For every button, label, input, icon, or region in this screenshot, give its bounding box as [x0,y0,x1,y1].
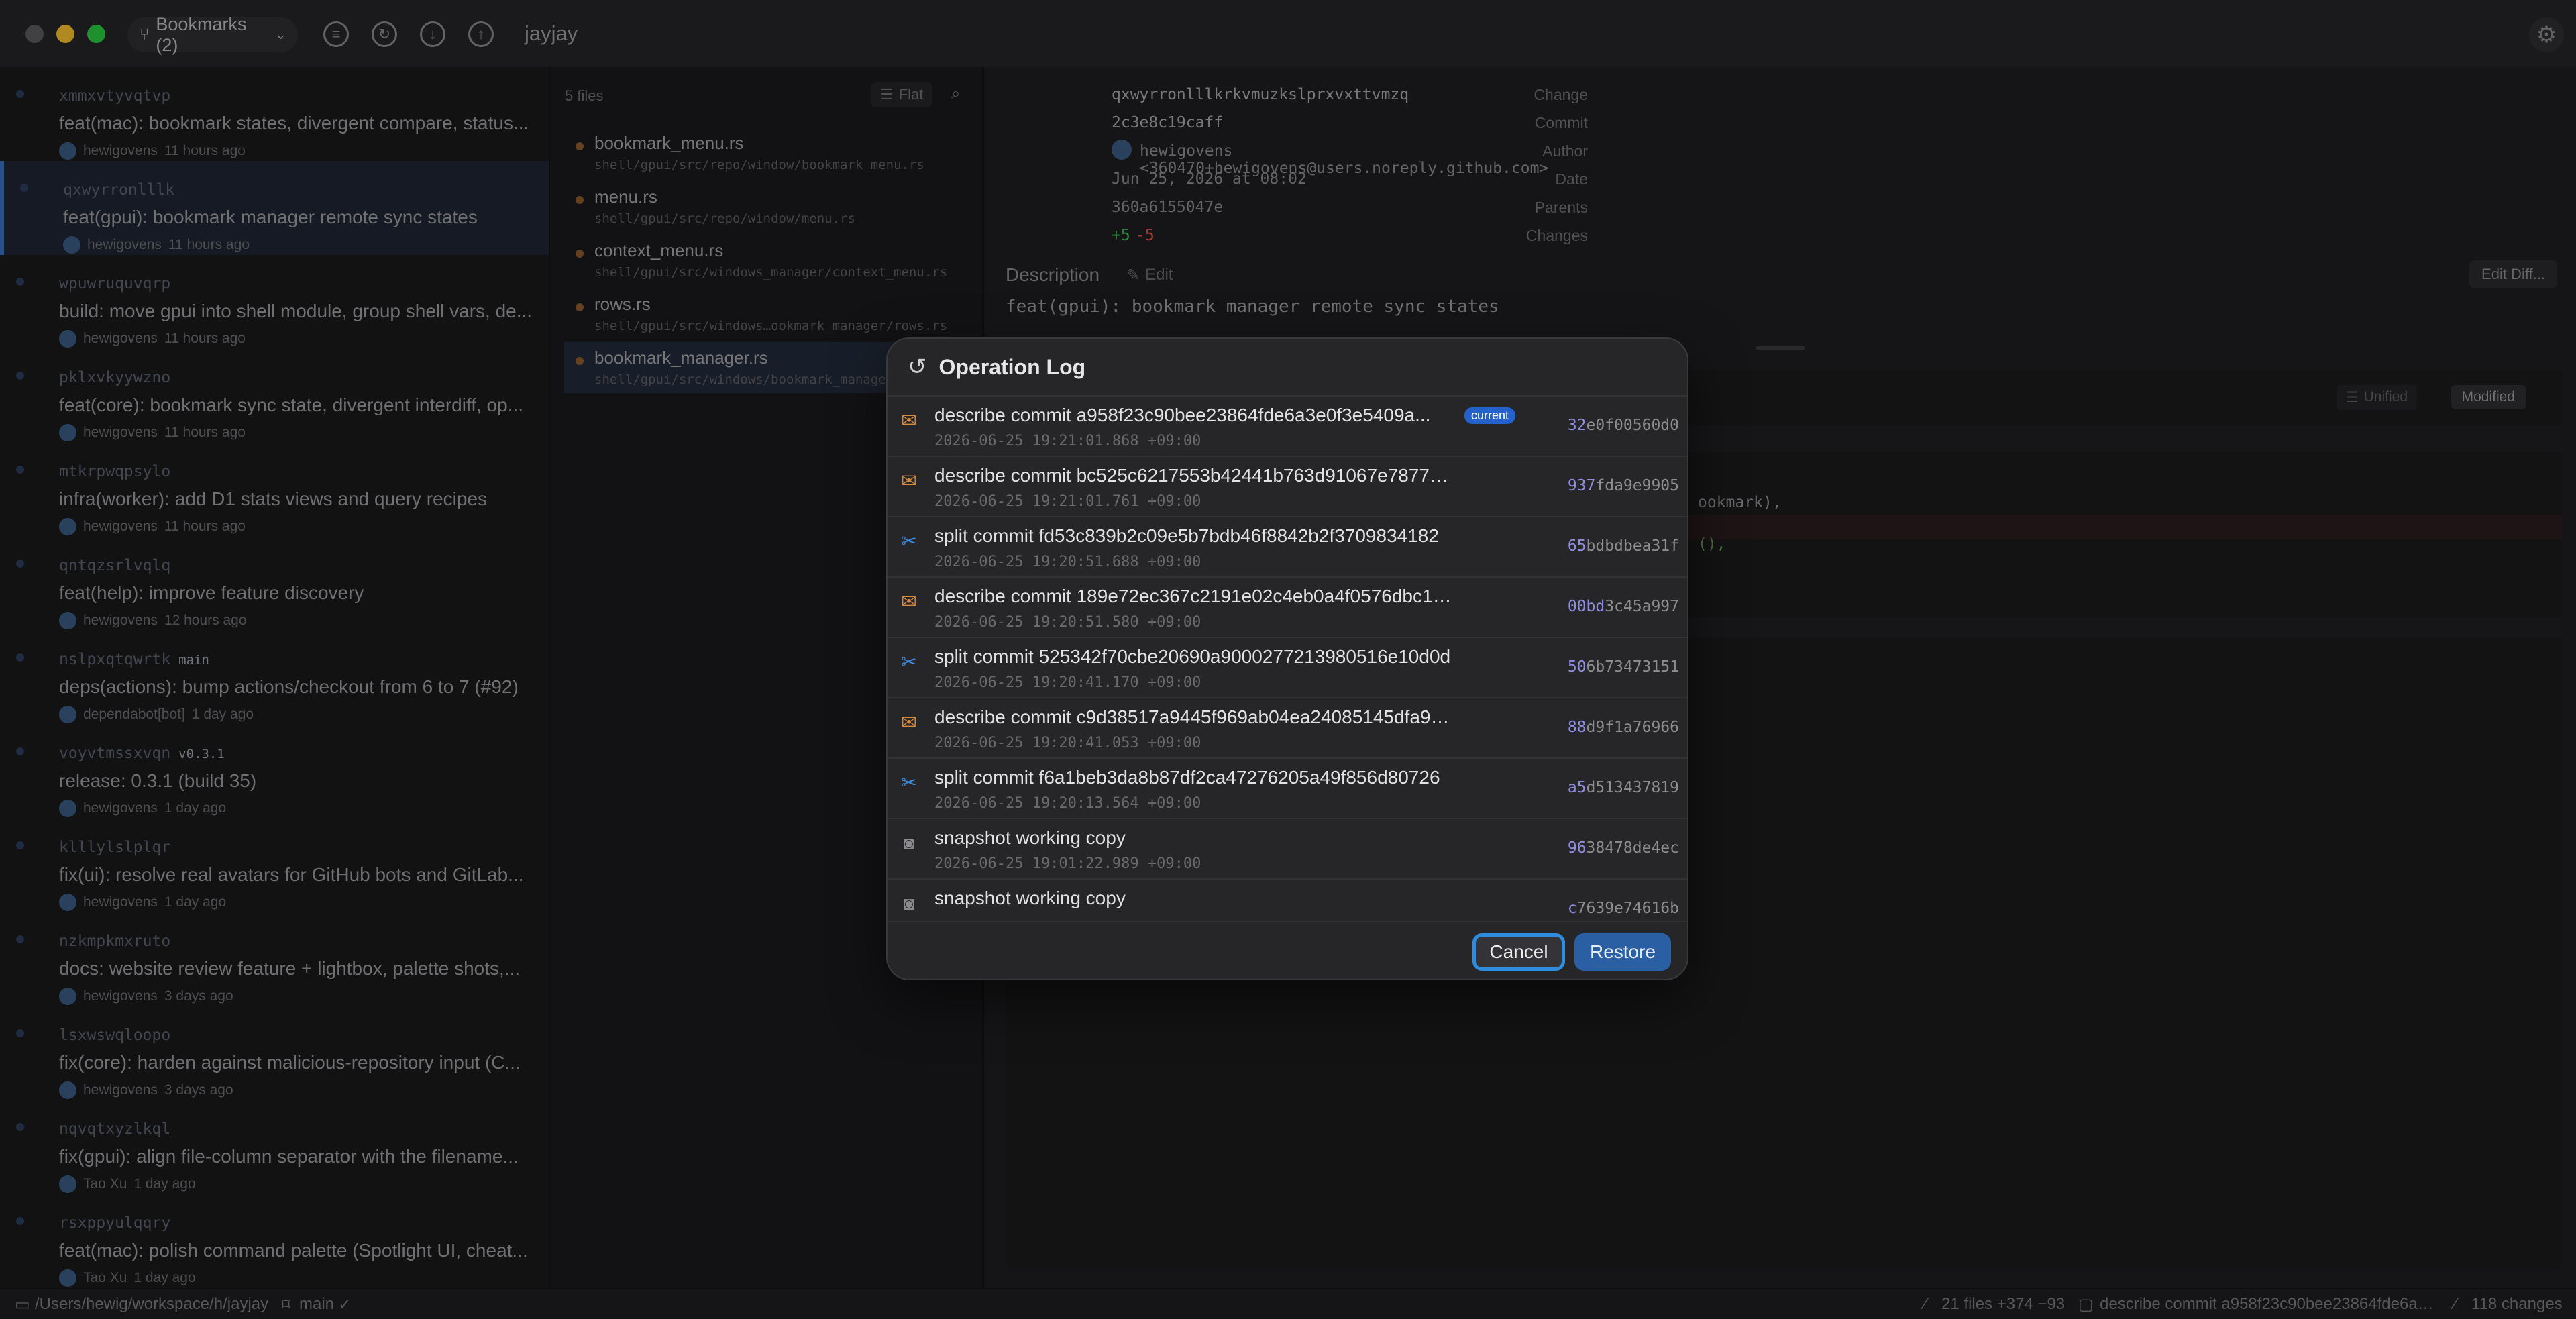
operation-row[interactable]: ✉ describe commit c9d38517a9445f969ab04e… [888,697,1687,757]
app-window: ⑂ Bookmarks (2) ⌄ ≡ ↻ ↓ ↑ jayjay ⚙ xmmxv… [0,0,2576,1319]
operation-time: 2026-06-25 19:01:22.989 +09:00 [934,855,1201,872]
operation-id: 65bdbdbea31f [1567,537,1679,555]
operation-time: 2026-06-25 19:20:13.564 +09:00 [934,795,1201,812]
operation-title: describe commit 189e72ec367c2191e02c4eb0… [934,586,1458,606]
operation-row[interactable]: ✉ describe commit a958f23c90bee23864fde6… [888,395,1687,456]
dialog-title: Operation Log [938,354,1086,379]
operation-time: 2026-06-25 19:20:41.170 +09:00 [934,674,1201,691]
operation-time: 2026-06-25 19:20:51.580 +09:00 [934,614,1201,631]
operation-time: 2026-06-25 19:21:01.761 +09:00 [934,493,1201,510]
comment-icon: ✉ [901,712,917,733]
dialog-header: ↺ Operation Log [888,339,1687,395]
operation-row[interactable]: ◙ snapshot working copy 2026-06-25 19:01… [888,818,1687,878]
comment-icon: ✉ [901,410,917,431]
operation-row[interactable]: ✉ describe commit bc525c6217553b42441b76… [888,456,1687,516]
operation-time: 2026-06-25 19:20:41.053 +09:00 [934,735,1201,751]
operation-title: snapshot working copy [934,827,1126,848]
operation-id: 32e0f00560d0 [1567,417,1679,434]
scissors-icon: ✂ [901,651,917,672]
scissors-icon: ✂ [901,772,917,793]
operation-id: 9638478de4ec [1567,839,1679,857]
restore-button[interactable]: Restore [1574,933,1671,971]
operation-row[interactable]: ◙ snapshot working copy c7639e74616b [888,878,1687,921]
history-icon: ↺ [908,354,927,380]
operation-title: split commit f6a1beb3da8b87df2ca47276205… [934,767,1440,788]
operation-title: split commit fd53c839b2c09e5b7bdb46f8842… [934,525,1439,546]
operation-time: 2026-06-25 19:20:51.688 +09:00 [934,553,1201,570]
operation-time: 2026-06-25 19:21:01.868 +09:00 [934,433,1201,450]
operation-id: a5d513437819 [1567,779,1679,796]
operation-list[interactable]: ✉ describe commit a958f23c90bee23864fde6… [888,395,1687,921]
operation-row[interactable]: ✂ split commit f6a1beb3da8b87df2ca472762… [888,757,1687,818]
operation-row[interactable]: ✂ split commit fd53c839b2c09e5b7bdb46f88… [888,516,1687,576]
operation-id: 506b73473151 [1567,658,1679,676]
operation-id: c7639e74616b [1567,900,1679,917]
operation-title: snapshot working copy [934,888,1126,908]
scissors-icon: ✂ [901,531,917,551]
comment-icon: ✉ [901,591,917,612]
operation-id: 88d9f1a76966 [1567,719,1679,736]
camera-icon: ◙ [903,833,915,853]
cancel-button[interactable]: Cancel [1472,933,1565,971]
operation-title: describe commit a958f23c90bee23864fde6a3… [934,405,1431,425]
camera-icon: ◙ [903,893,915,914]
operation-row[interactable]: ✂ split commit 525342f70cbe20690a9000277… [888,637,1687,697]
operation-id: 00bd3c45a997 [1567,598,1679,615]
dialog-footer: Cancel Restore [888,921,1687,979]
comment-icon: ✉ [901,470,917,491]
current-badge: current [1464,407,1516,424]
operation-title: describe commit c9d38517a9445f969ab04ea2… [934,706,1458,727]
operation-log-dialog: ↺ Operation Log ✉ describe commit a958f2… [886,337,1688,980]
operation-title: describe commit bc525c6217553b42441b763d… [934,465,1458,486]
operation-id: 937fda9e9905 [1567,477,1679,494]
operation-row[interactable]: ✉ describe commit 189e72ec367c2191e02c4e… [888,576,1687,637]
operation-title: split commit 525342f70cbe20690a900027721… [934,646,1451,667]
